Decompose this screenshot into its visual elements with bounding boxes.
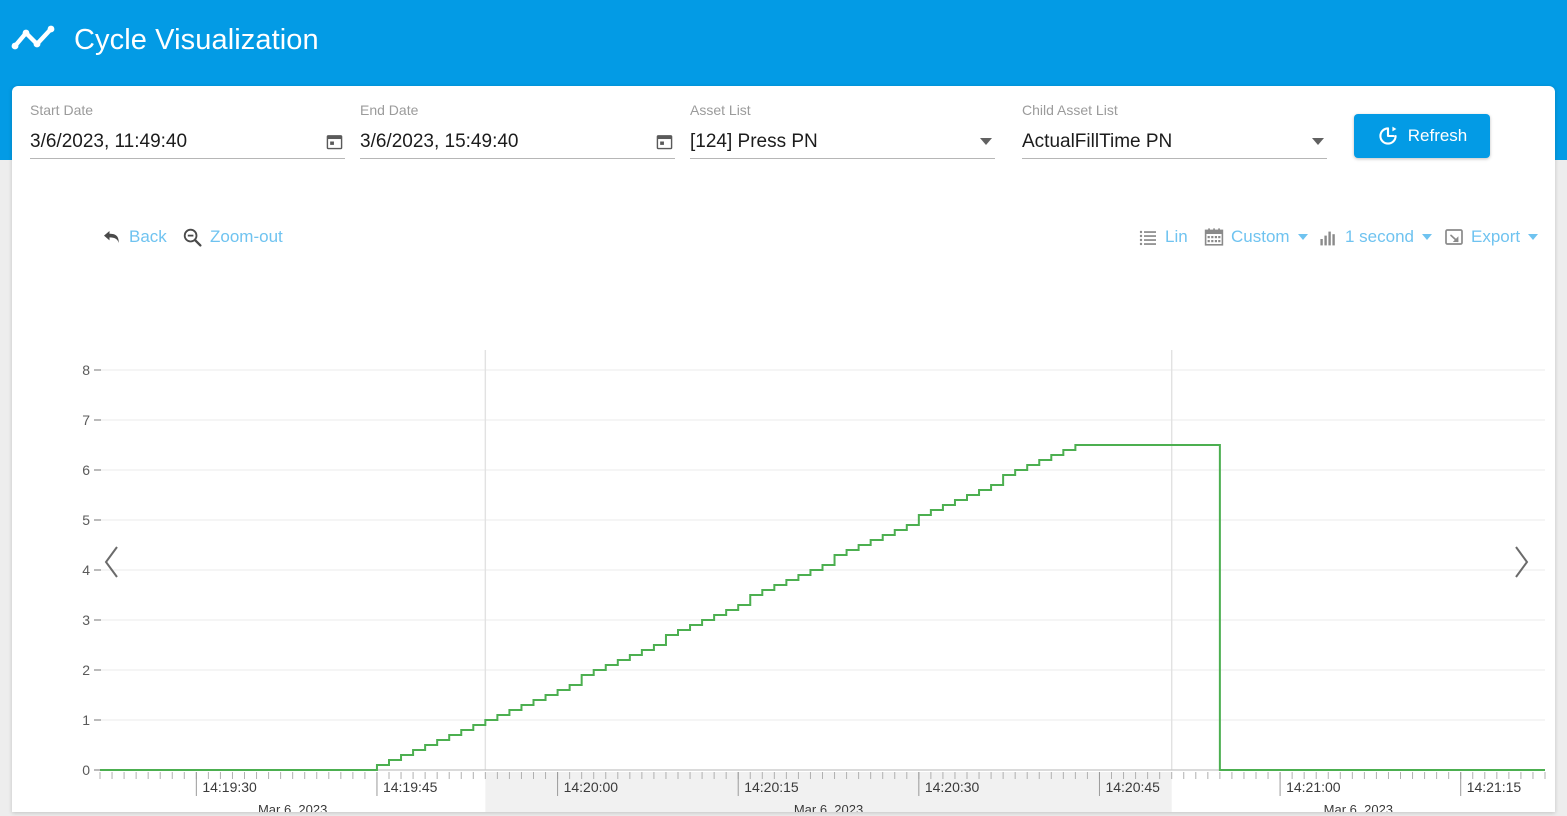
asset-list-select[interactable]: Asset List [124] Press PN bbox=[690, 102, 995, 159]
svg-text:5: 5 bbox=[82, 512, 90, 528]
svg-text:2: 2 bbox=[82, 662, 90, 678]
start-date-value: 3/6/2023, 11:49:40 bbox=[30, 130, 188, 152]
end-date-control[interactable]: 3/6/2023, 15:49:40 bbox=[360, 125, 675, 159]
svg-text:Mar 6, 2023: Mar 6, 2023 bbox=[794, 802, 863, 812]
back-button-label: Back bbox=[129, 227, 167, 246]
asset-list-value: [124] Press PN bbox=[690, 130, 818, 152]
child-asset-list-value: ActualFillTime PN bbox=[1022, 130, 1173, 152]
bar-chart-icon bbox=[1320, 231, 1335, 245]
child-asset-list-select[interactable]: Child Asset List ActualFillTime PN bbox=[1022, 102, 1327, 159]
back-arrow-icon bbox=[104, 231, 119, 243]
chevron-down-icon[interactable] bbox=[1528, 234, 1539, 240]
svg-text:14:19:45: 14:19:45 bbox=[383, 779, 438, 795]
start-date-control[interactable]: 3/6/2023, 11:49:40 bbox=[30, 125, 345, 159]
page-title: Cycle Visualization bbox=[74, 23, 319, 56]
svg-text:14:20:30: 14:20:30 bbox=[925, 779, 980, 795]
content-card: Start Date 3/6/2023, 11:49:40 End Date 3… bbox=[12, 86, 1555, 812]
svg-text:14:20:00: 14:20:00 bbox=[564, 779, 619, 795]
start-date-field[interactable]: Start Date 3/6/2023, 11:49:40 bbox=[30, 102, 345, 159]
svg-text:8: 8 bbox=[82, 362, 90, 378]
zoom-out-button[interactable]: Zoom-out bbox=[182, 222, 283, 252]
svg-text:14:20:45: 14:20:45 bbox=[1105, 779, 1160, 795]
chart-plot-area[interactable]: 0 1 2 3 4 5 6 7 8 14:19:30 14:19:45 14:20:00 14:20:… bbox=[12, 266, 1555, 812]
asset-list-control[interactable]: [124] Press PN bbox=[690, 125, 995, 159]
export-icon bbox=[1445, 229, 1463, 245]
scale-button-label: Lin bbox=[1165, 227, 1188, 246]
child-asset-list-control[interactable]: ActualFillTime PN bbox=[1022, 125, 1327, 159]
magnifier-minus-icon bbox=[183, 228, 202, 247]
asset-list-label: Asset List bbox=[690, 102, 751, 118]
svg-text:Mar 6, 2023: Mar 6, 2023 bbox=[258, 802, 327, 812]
list-icon bbox=[1139, 230, 1156, 245]
line-chart-icon bbox=[11, 25, 55, 50]
chevron-right-icon[interactable] bbox=[1507, 542, 1533, 582]
refresh-button-label: Refresh bbox=[1407, 126, 1468, 145]
chevron-down-icon[interactable] bbox=[1297, 234, 1308, 240]
refresh-button[interactable]: Refresh bbox=[1354, 114, 1490, 158]
range-button-label: Custom bbox=[1231, 227, 1290, 246]
start-date-label: Start Date bbox=[30, 102, 94, 118]
export-button[interactable]: Export bbox=[1444, 222, 1539, 252]
chart-y-axis: 0 1 2 3 4 5 6 7 8 bbox=[82, 362, 101, 778]
app-header-row: Cycle Visualization bbox=[0, 0, 1567, 80]
zoom-out-button-label: Zoom-out bbox=[210, 227, 283, 246]
end-date-field[interactable]: End Date 3/6/2023, 15:49:40 bbox=[360, 102, 675, 159]
calendar-icon[interactable] bbox=[326, 133, 343, 150]
svg-text:14:21:00: 14:21:00 bbox=[1286, 779, 1341, 795]
chart-series bbox=[100, 444, 1545, 771]
end-date-label: End Date bbox=[360, 102, 419, 118]
svg-text:7: 7 bbox=[82, 412, 90, 428]
chevron-down-icon[interactable] bbox=[1312, 138, 1324, 145]
chart-svg[interactable]: 0 1 2 3 4 5 6 7 8 14:19:30 14:19:45 14:20:00 14:20:… bbox=[12, 266, 1555, 812]
svg-text:6: 6 bbox=[82, 462, 90, 478]
interval-button[interactable]: 1 second bbox=[1319, 222, 1432, 252]
chevron-left-icon[interactable] bbox=[100, 542, 126, 582]
svg-text:14:19:30: 14:19:30 bbox=[202, 779, 257, 795]
calendar-grid-icon bbox=[1204, 228, 1224, 246]
svg-text:4: 4 bbox=[82, 562, 90, 578]
svg-text:14:21:15: 14:21:15 bbox=[1467, 779, 1522, 795]
svg-text:1: 1 bbox=[82, 712, 90, 728]
svg-text:3: 3 bbox=[82, 612, 90, 628]
svg-text:0: 0 bbox=[82, 762, 90, 778]
end-date-value: 3/6/2023, 15:49:40 bbox=[360, 130, 519, 152]
back-button[interactable]: Back bbox=[102, 222, 167, 252]
svg-text:Mar 6, 2023: Mar 6, 2023 bbox=[1324, 802, 1393, 812]
interval-button-label: 1 second bbox=[1345, 227, 1414, 246]
range-button[interactable]: Custom bbox=[1204, 222, 1308, 252]
calendar-icon[interactable] bbox=[656, 133, 673, 150]
svg-text:14:20:15: 14:20:15 bbox=[744, 779, 799, 795]
child-asset-list-label: Child Asset List bbox=[1022, 102, 1118, 118]
chevron-down-icon[interactable] bbox=[980, 138, 992, 145]
chart-gridlines bbox=[100, 350, 1545, 771]
chevron-down-icon[interactable] bbox=[1422, 234, 1432, 240]
refresh-icon bbox=[1379, 126, 1397, 145]
scale-button[interactable]: Lin bbox=[1139, 222, 1188, 252]
export-button-label: Export bbox=[1471, 227, 1521, 246]
filter-bar: Start Date 3/6/2023, 11:49:40 End Date 3… bbox=[12, 86, 1555, 176]
chart-toolbar: Back Zoom-out Lin Custom 1 second Export bbox=[12, 222, 1555, 266]
